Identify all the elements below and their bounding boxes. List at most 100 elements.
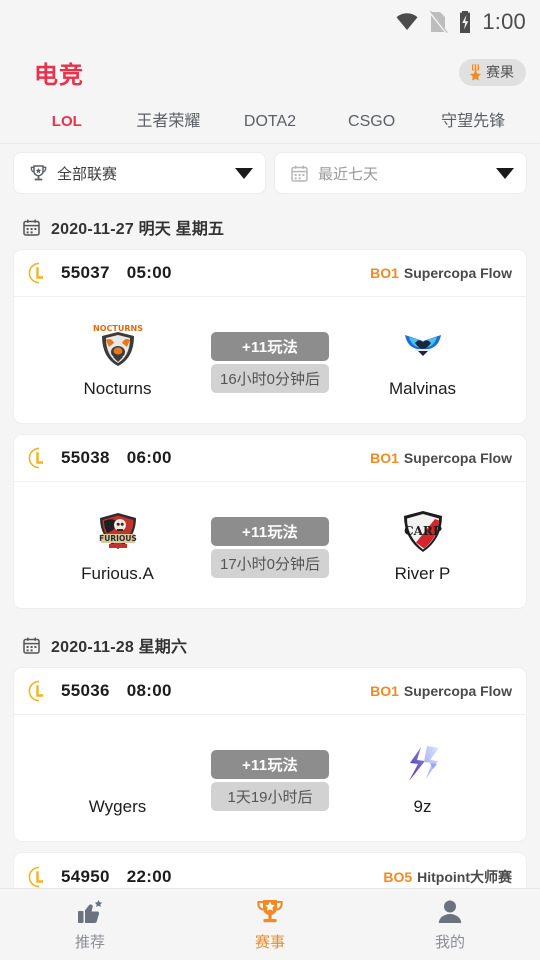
person-icon	[438, 900, 462, 923]
match-card[interactable]: 55036 08:00 BO1 Supercopa Flow Wygers +1…	[14, 668, 526, 841]
league-info: BO1 Supercopa Flow	[370, 450, 512, 466]
svg-text:CARP: CARP	[404, 524, 442, 538]
category-tab-bar: LOL 王者荣耀 DOTA2 CSGO 守望先锋	[0, 100, 540, 144]
home-team: Wygers	[24, 739, 211, 817]
date-filter-value: 最近七天	[318, 165, 379, 183]
match-card-body: NOCTURNS Nocturns +11玩法 16小时0分钟后 Malvina…	[14, 297, 526, 423]
match-card-header: 55038 06:00 BO1 Supercopa Flow	[14, 435, 526, 482]
match-card-body: Wygers +11玩法 1天19小时后 9z	[14, 715, 526, 841]
match-card[interactable]: 55038 06:00 BO1 Supercopa Flow FURIOUS F…	[14, 435, 526, 608]
date-filter-dropdown[interactable]: 最近七天	[275, 153, 526, 193]
tab-honor-of-kings[interactable]: 王者荣耀	[118, 100, 220, 144]
calendar-icon	[23, 219, 40, 236]
trophy-star-icon	[257, 900, 283, 923]
home-team: NOCTURNS Nocturns	[24, 321, 211, 399]
nav-label-matches: 赛事	[254, 934, 285, 951]
match-card[interactable]: 54950 22:00 BO5 Hitpoint大师赛	[14, 853, 526, 888]
match-id: 54950	[61, 866, 110, 886]
nav-item-recommend[interactable]: 推荐	[0, 897, 180, 952]
wifi-icon	[396, 13, 418, 30]
away-team: Malvinas	[329, 321, 516, 399]
match-format-badge: BO1	[370, 450, 399, 466]
match-time: 08:00	[126, 681, 172, 700]
countdown-label: 17小时0分钟后	[211, 548, 329, 578]
lol-game-icon	[28, 447, 43, 469]
match-card[interactable]: 55037 05:00 BO1 Supercopa Flow NOCTURNS	[14, 250, 526, 423]
away-team-name: Malvinas	[388, 379, 457, 398]
play-modes-button[interactable]: +11玩法	[211, 331, 329, 361]
tab-dota2[interactable]: DOTA2	[219, 100, 321, 144]
home-team-name: Furious.A	[81, 564, 154, 583]
home-team: FURIOUS Furious.A	[24, 506, 211, 584]
match-format-badge: BO1	[370, 265, 399, 281]
team-logo-river-plate: CARP	[397, 506, 449, 558]
tab-lol[interactable]: LOL	[16, 100, 118, 144]
lol-game-icon	[28, 262, 43, 284]
match-card-header: 55037 05:00 BO1 Supercopa Flow	[14, 250, 526, 297]
nav-item-profile[interactable]: 我的	[360, 897, 540, 952]
team-logo-nocturns: NOCTURNS	[92, 321, 144, 373]
sim-card-off-icon	[428, 10, 449, 34]
filter-bar: 全部联赛 最近七天	[0, 144, 540, 202]
away-team: 9z	[329, 739, 516, 817]
away-team-name: River P	[394, 564, 451, 583]
nav-label-profile: 我的	[434, 934, 465, 951]
home-team-name: Nocturns	[83, 379, 152, 398]
trophy-icon	[30, 164, 47, 180]
countdown-label: 1天19小时后	[211, 781, 329, 811]
countdown-label: 16小时0分钟后	[211, 363, 329, 393]
date-header: 2020-11-27 明天 星期五	[14, 202, 526, 250]
bottom-navigation: 推荐 赛事 我的	[0, 888, 540, 960]
nav-item-matches[interactable]: 赛事	[180, 897, 360, 952]
battery-charging-icon	[460, 11, 471, 33]
league-filter-value: 全部联赛	[57, 165, 118, 183]
match-time: 22:00	[126, 866, 172, 886]
app-screen: 1:00 电竞 赛果 LOL 王者荣耀 DOTA2 CSGO 守望先锋 全部联赛…	[0, 0, 540, 960]
match-format-badge: BO1	[370, 683, 399, 699]
medal-icon	[470, 64, 481, 80]
results-button-label: 赛果	[486, 64, 514, 80]
league-name: Hitpoint大师赛	[417, 868, 512, 885]
chevron-down-icon	[496, 167, 514, 179]
date-header: 2020-11-28 星期六	[14, 620, 526, 668]
league-info: BO1 Supercopa Flow	[370, 683, 512, 699]
calendar-icon	[23, 637, 40, 654]
match-id: 55037	[61, 263, 110, 282]
date-header-label: 2020-11-27 明天 星期五	[51, 221, 225, 238]
away-team: CARP River P	[329, 506, 516, 584]
lol-game-icon	[28, 866, 43, 887]
match-card-body: FURIOUS Furious.A +11玩法 17小时0分钟后 CARP Ri…	[14, 482, 526, 608]
thumbs-up-star-icon	[78, 900, 103, 923]
nav-label-recommend: 推荐	[74, 934, 105, 951]
match-center: +11玩法 16小时0分钟后	[211, 331, 329, 393]
calendar-icon	[291, 165, 308, 182]
results-button[interactable]: 赛果	[459, 58, 526, 86]
play-modes-button[interactable]: +11玩法	[211, 516, 329, 546]
match-card-header: 54950 22:00 BO5 Hitpoint大师赛	[14, 853, 526, 888]
match-id: 55038	[61, 448, 110, 467]
status-clock: 1:00	[482, 9, 526, 34]
match-card-header: 55036 08:00 BO1 Supercopa Flow	[14, 668, 526, 715]
match-format-badge: BO5	[383, 868, 413, 885]
chevron-down-icon	[235, 167, 253, 179]
tab-overwatch[interactable]: 守望先锋	[422, 100, 524, 144]
match-list[interactable]: 2020-11-27 明天 星期五 55037 05:00 BO1 Superc…	[0, 202, 540, 888]
league-info: BO5 Hitpoint大师赛	[383, 867, 512, 887]
league-filter-dropdown[interactable]: 全部联赛	[14, 153, 265, 193]
svg-text:FURIOUS: FURIOUS	[99, 534, 137, 543]
app-header: 电竞 赛果	[0, 44, 540, 100]
date-header-label: 2020-11-28 星期六	[51, 639, 188, 656]
league-name: Supercopa Flow	[403, 265, 512, 281]
page-title: 电竞	[34, 61, 84, 89]
tab-csgo[interactable]: CSGO	[321, 100, 423, 144]
league-name: Supercopa Flow	[403, 450, 512, 466]
team-logo-9z	[397, 739, 449, 791]
play-modes-button[interactable]: +11玩法	[211, 749, 329, 779]
match-center: +11玩法 1天19小时后	[211, 749, 329, 811]
svg-text:NOCTURNS: NOCTURNS	[93, 324, 143, 333]
away-team-name: 9z	[413, 797, 432, 816]
league-info: BO1 Supercopa Flow	[370, 265, 512, 281]
team-logo-furious: FURIOUS	[92, 506, 144, 558]
match-id: 55036	[61, 681, 110, 700]
team-logo-malvinas	[397, 321, 449, 373]
